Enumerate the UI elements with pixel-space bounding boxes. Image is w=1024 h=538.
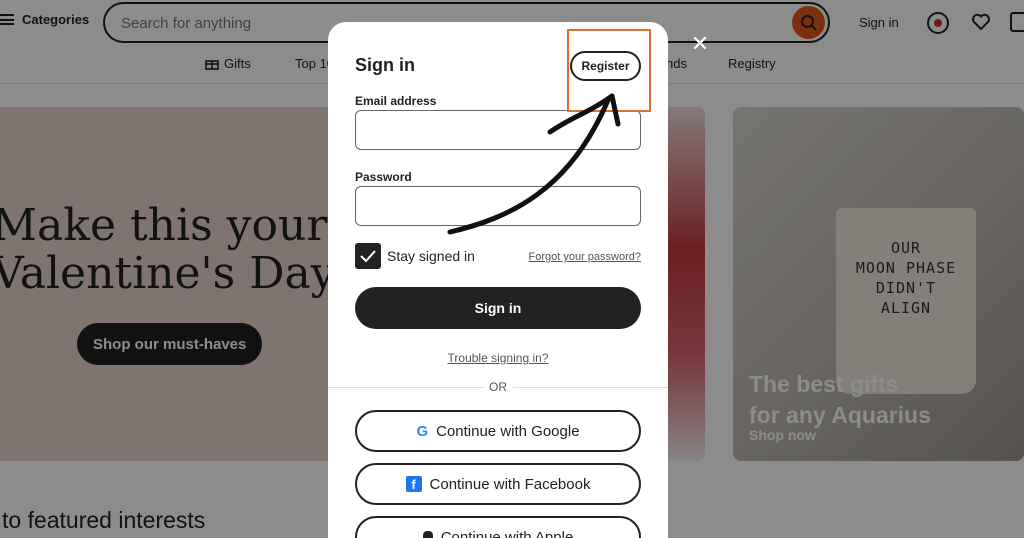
modal-title: Sign in — [355, 55, 415, 75]
facebook-icon: f — [405, 476, 422, 492]
pointer-arrow-icon — [447, 93, 621, 235]
continue-facebook-label: Continue with Facebook — [429, 475, 591, 493]
password-label: Password — [355, 170, 412, 184]
close-icon[interactable]: ✕ — [689, 33, 711, 55]
continue-apple-button[interactable]: Continue with Apple — [355, 516, 641, 538]
stay-signed-in-checkbox[interactable] — [355, 243, 381, 269]
signin-button[interactable]: Sign in — [355, 287, 641, 329]
trouble-signing-in: Trouble signing in? — [328, 351, 668, 365]
apple-icon — [422, 531, 433, 538]
continue-google-label: Continue with Google — [436, 422, 580, 440]
continue-apple-label: Continue with Apple — [440, 528, 574, 538]
or-label: OR — [483, 380, 513, 394]
stay-signed-in-label[interactable]: Stay signed in — [387, 248, 475, 264]
email-label: Email address — [355, 94, 437, 108]
continue-facebook-button[interactable]: f Continue with Facebook — [355, 463, 641, 505]
trouble-signing-in-link[interactable]: Trouble signing in? — [448, 351, 549, 365]
google-icon: G — [416, 422, 429, 440]
check-icon — [360, 250, 376, 263]
forgot-password-link[interactable]: Forgot your password? — [529, 251, 642, 263]
continue-google-button[interactable]: G Continue with Google — [355, 410, 641, 452]
